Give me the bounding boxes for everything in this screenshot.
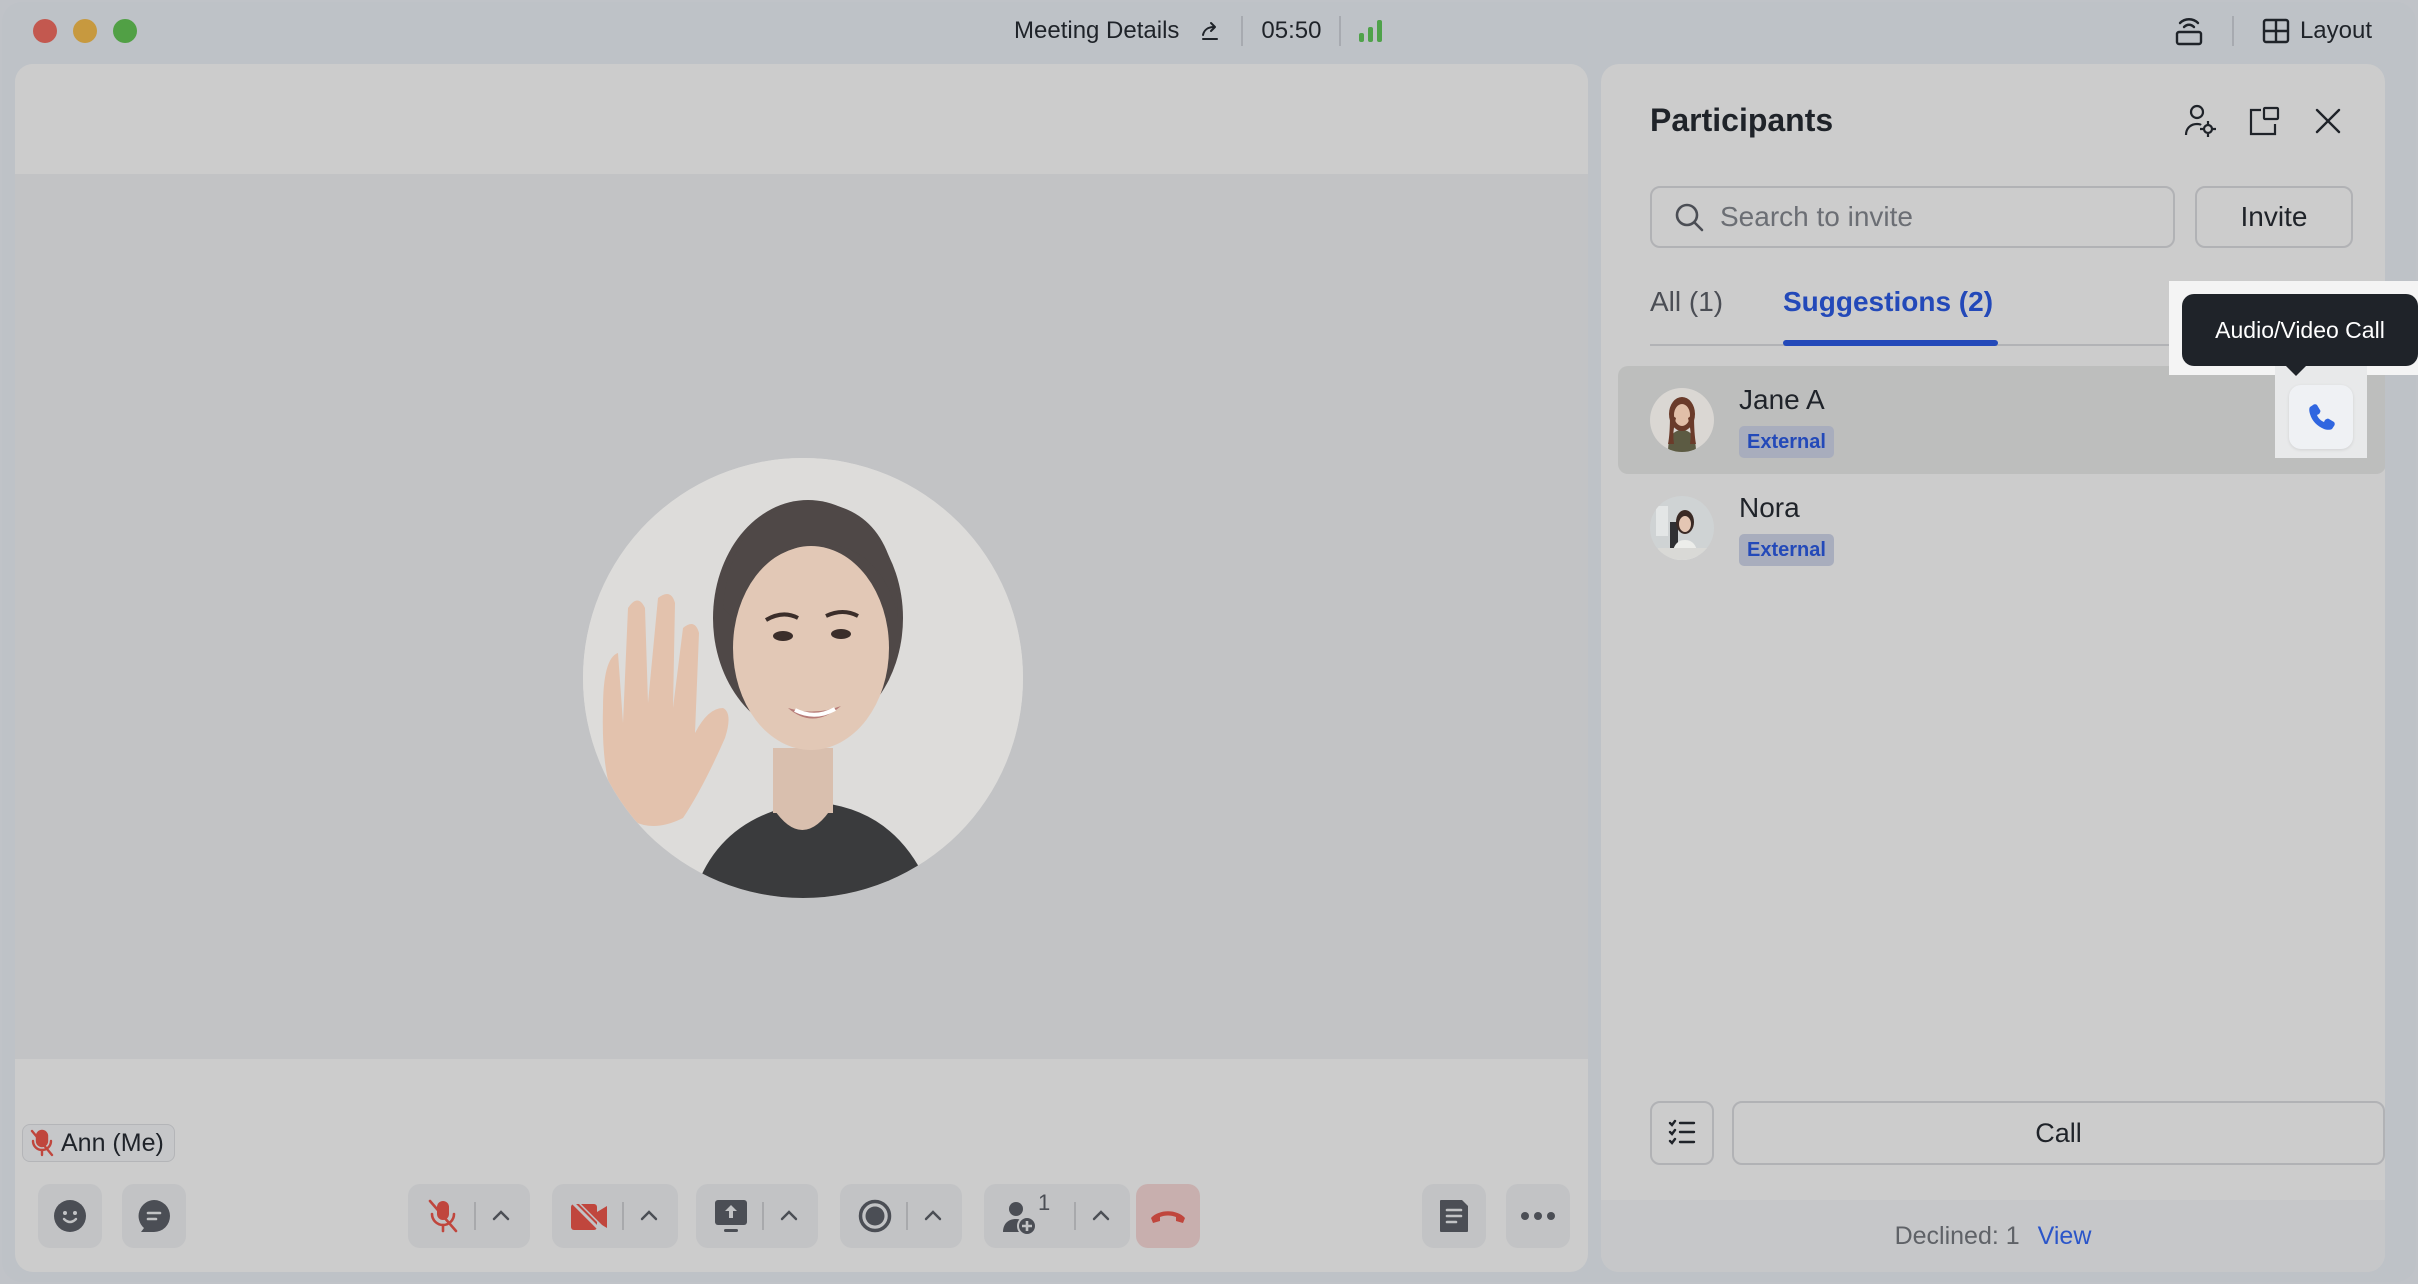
chat-bubble-icon (138, 1200, 170, 1232)
avatar (1650, 496, 1714, 560)
declined-count: Declined: 1 (1894, 1221, 2020, 1250)
meeting-timer: 05:50 (1261, 17, 1322, 44)
video-area: Ann (Me) (15, 174, 1588, 1162)
search-input[interactable] (1720, 201, 2140, 233)
record-button[interactable] (840, 1184, 962, 1248)
chevron-up-icon[interactable] (1090, 1205, 1112, 1227)
share-screen-button[interactable] (696, 1184, 818, 1248)
mic-off-icon (428, 1199, 458, 1233)
camera-off-icon (570, 1200, 607, 1232)
external-badge: External (1739, 534, 1834, 566)
divider (1241, 16, 1244, 46)
manage-participants-icon[interactable] (2183, 104, 2217, 138)
share-icon[interactable] (1199, 19, 1223, 43)
meeting-window: Meeting Details 05:50 Layout Ann (Me) 1 … (2, 2, 2416, 1282)
camera-button[interactable] (552, 1184, 678, 1248)
chevron-up-icon[interactable] (490, 1205, 512, 1227)
divider (1339, 16, 1342, 46)
checklist-icon (1668, 1119, 1696, 1145)
title-bar: Meeting Details 05:50 Layout (2, 2, 2416, 62)
smile-icon (54, 1200, 86, 1232)
pop-out-icon[interactable] (2247, 104, 2281, 138)
self-avatar (583, 458, 1023, 898)
signal-strength-icon[interactable] (1359, 20, 1383, 42)
video-stage: Ann (Me) 1 (15, 64, 1588, 1272)
tab-suggestions[interactable]: Suggestions (2) (1783, 286, 1993, 318)
meeting-toolbar: 1 (15, 1059, 1588, 1272)
grid-icon (2262, 18, 2290, 44)
panel-title: Participants (1650, 102, 1834, 138)
active-tab-indicator (1783, 340, 1998, 346)
panel-header-actions (2183, 104, 2345, 138)
maximize-window-button[interactable] (113, 19, 137, 43)
suggestion-row[interactable]: Nora External (1618, 474, 2385, 582)
layout-button[interactable]: Layout (2262, 17, 2372, 45)
chevron-up-icon[interactable] (922, 1205, 944, 1227)
audio-video-call-tooltip: Audio/Video Call (2182, 294, 2418, 376)
more-button[interactable] (1506, 1184, 1570, 1248)
close-window-button[interactable] (33, 19, 57, 43)
participant-name: Jane A (1739, 384, 1825, 415)
cast-icon[interactable] (2174, 15, 2204, 47)
leave-meeting-button[interactable] (1136, 1184, 1200, 1248)
add-person-icon (1003, 1202, 1037, 1236)
external-badge: External (1739, 426, 1834, 458)
tab-all[interactable]: All (1) (1650, 286, 1723, 318)
stage-top-banner (15, 64, 1588, 174)
more-icon (1521, 1212, 1555, 1220)
select-list-button[interactable] (1650, 1101, 1714, 1165)
participant-count: 1 (1038, 1190, 1051, 1215)
participants-button[interactable]: 1 (984, 1184, 1130, 1248)
minimize-window-button[interactable] (73, 19, 97, 43)
audio-video-call-button[interactable] (2289, 385, 2353, 449)
avatar (1650, 388, 1714, 452)
reactions-button[interactable] (38, 1184, 102, 1248)
meeting-info: Meeting Details 05:50 (1014, 14, 1383, 48)
meeting-details-link[interactable]: Meeting Details (1014, 17, 1179, 45)
search-icon (1675, 203, 1704, 232)
declined-footer: Declined: 1 View (1601, 1200, 2385, 1272)
hang-up-icon (1151, 1211, 1185, 1223)
participant-name: Nora (1739, 492, 1800, 523)
record-icon (858, 1199, 892, 1233)
divider (2231, 16, 2234, 46)
chat-button[interactable] (122, 1184, 186, 1248)
call-button[interactable]: Call (1732, 1101, 2385, 1165)
share-screen-icon (715, 1200, 747, 1232)
chevron-up-icon[interactable] (638, 1205, 660, 1227)
microphone-button[interactable] (408, 1184, 530, 1248)
title-right-controls: Layout (2174, 14, 2372, 48)
phone-icon (2309, 404, 2335, 430)
view-declined-link[interactable]: View (2038, 1222, 2092, 1251)
notes-button[interactable] (1422, 1184, 1486, 1248)
search-to-invite-field[interactable] (1650, 186, 2175, 248)
layout-label: Layout (2299, 17, 2372, 44)
close-icon[interactable] (2311, 104, 2345, 138)
document-icon (1440, 1200, 1468, 1232)
chevron-up-icon[interactable] (778, 1205, 800, 1227)
suggestion-row[interactable]: Jane A External (1618, 366, 2385, 474)
invite-button[interactable]: Invite (2195, 186, 2353, 248)
participants-panel: Participants Search to invite Invite All… (1601, 64, 2385, 1272)
